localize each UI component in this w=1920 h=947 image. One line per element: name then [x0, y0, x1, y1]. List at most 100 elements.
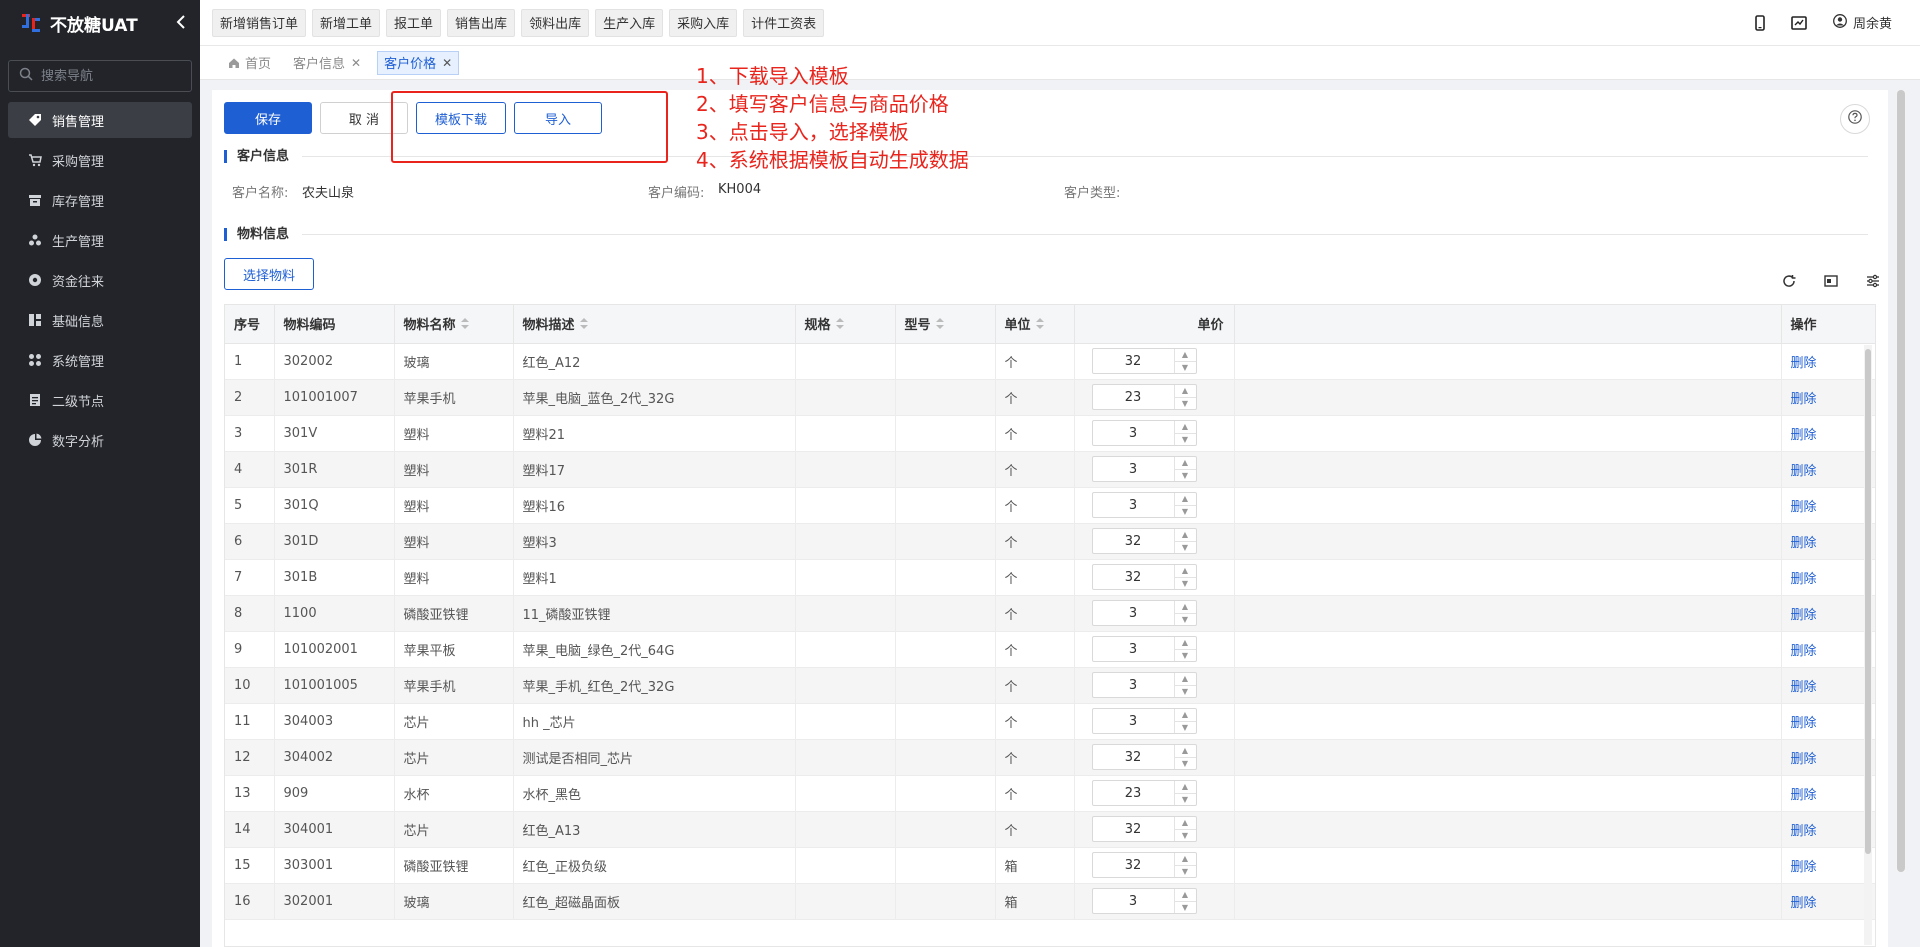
price-stepper[interactable]: ▲ ▼	[1173, 817, 1196, 842]
table-scrollbar[interactable]	[1864, 345, 1872, 945]
chevron-up-icon[interactable]: ▲	[1174, 601, 1196, 614]
filter-settings-icon[interactable]	[1864, 272, 1882, 290]
chevron-up-icon[interactable]: ▲	[1174, 349, 1196, 362]
sort-icon[interactable]	[1035, 318, 1044, 333]
delete-link[interactable]: 删除	[1791, 392, 1817, 407]
delete-link[interactable]: 删除	[1791, 752, 1817, 767]
sort-icon[interactable]	[460, 318, 469, 333]
price-input[interactable]: 32 ▲ ▼	[1091, 564, 1197, 590]
price-input[interactable]: 3 ▲ ▼	[1091, 492, 1197, 518]
price-stepper[interactable]: ▲ ▼	[1173, 853, 1196, 877]
price-value[interactable]: 3	[1093, 894, 1174, 909]
price-value[interactable]: 32	[1093, 822, 1174, 837]
quick-work-report-button[interactable]: 报工单	[386, 8, 442, 37]
scrollbar-thumb[interactable]	[1865, 349, 1871, 854]
chevron-up-icon[interactable]: ▲	[1174, 745, 1196, 758]
price-stepper[interactable]: ▲ ▼	[1173, 601, 1196, 626]
chevron-up-icon[interactable]: ▲	[1174, 781, 1196, 794]
chevron-down-icon[interactable]: ▼	[1175, 902, 1196, 914]
price-value[interactable]: 3	[1093, 606, 1174, 621]
chevron-up-icon[interactable]: ▲	[1174, 817, 1196, 830]
chevron-down-icon[interactable]: ▼	[1175, 722, 1196, 734]
price-input[interactable]: 23 ▲ ▼	[1091, 384, 1197, 410]
quick-production-inbound-button[interactable]: 生产入库	[595, 8, 664, 37]
price-input[interactable]: 23 ▲ ▼	[1091, 780, 1197, 806]
mobile-icon[interactable]	[1755, 14, 1765, 31]
price-input[interactable]: 3 ▲ ▼	[1091, 600, 1197, 626]
quick-purchase-inbound-button[interactable]: 采购入库	[669, 8, 738, 37]
chevron-down-icon[interactable]: ▼	[1175, 470, 1196, 482]
sidebar-item-funds[interactable]: 资金往来	[8, 262, 192, 298]
tab-home[interactable]: 首页	[222, 51, 277, 75]
chevron-up-icon[interactable]: ▲	[1174, 457, 1196, 470]
chevron-down-icon[interactable]: ▼	[1175, 506, 1196, 518]
delete-link[interactable]: 删除	[1791, 428, 1817, 443]
price-value[interactable]: 32	[1093, 570, 1174, 585]
chevron-up-icon[interactable]: ▲	[1174, 385, 1196, 398]
chevron-down-icon[interactable]: ▼	[1175, 578, 1196, 590]
chevron-down-icon[interactable]: ▼	[1175, 830, 1196, 842]
close-icon[interactable]: ✕	[351, 56, 361, 70]
col-header-spec[interactable]: 规格	[795, 305, 896, 344]
refresh-icon[interactable]	[1780, 272, 1798, 290]
price-input[interactable]: 3 ▲ ▼	[1091, 888, 1197, 914]
price-stepper[interactable]: ▲ ▼	[1173, 673, 1196, 698]
price-value[interactable]: 32	[1093, 354, 1174, 369]
delete-link[interactable]: 删除	[1791, 356, 1817, 371]
scrollbar-thumb[interactable]	[1897, 90, 1905, 872]
chevron-down-icon[interactable]: ▼	[1175, 614, 1196, 626]
select-material-button[interactable]: 选择物料	[224, 258, 314, 290]
price-input[interactable]: 32 ▲ ▼	[1091, 744, 1197, 770]
price-stepper[interactable]: ▲ ▼	[1173, 529, 1196, 554]
sidebar-item-purchase[interactable]: 采购管理	[8, 142, 192, 178]
price-input[interactable]: 32 ▲ ▼	[1091, 816, 1197, 842]
price-input[interactable]: 3 ▲ ▼	[1091, 708, 1197, 734]
tab-customer-price[interactable]: 客户价格 ✕	[377, 50, 460, 75]
delete-link[interactable]: 删除	[1791, 608, 1817, 623]
sort-icon[interactable]	[579, 318, 588, 333]
price-input[interactable]: 3 ▲ ▼	[1091, 420, 1197, 446]
price-value[interactable]: 3	[1093, 714, 1174, 729]
sidebar-item-analytics[interactable]: 数字分析	[8, 422, 192, 458]
chevron-up-icon[interactable]: ▲	[1174, 493, 1196, 506]
chevron-down-icon[interactable]: ▼	[1175, 434, 1196, 446]
nav-search[interactable]	[8, 60, 192, 92]
sidebar-item-sales[interactable]: 销售管理	[8, 102, 192, 138]
price-input[interactable]: 32 ▲ ▼	[1091, 528, 1197, 554]
delete-link[interactable]: 删除	[1791, 824, 1817, 839]
sidebar-item-second-node[interactable]: 二级节点	[8, 382, 192, 418]
price-input[interactable]: 3 ▲ ▼	[1091, 672, 1197, 698]
price-stepper[interactable]: ▲ ▼	[1173, 565, 1196, 590]
save-button[interactable]: 保存	[224, 102, 312, 134]
quick-piecework-wage-button[interactable]: 计件工资表	[743, 8, 825, 37]
chevron-up-icon[interactable]: ▲	[1174, 565, 1196, 578]
chevron-down-icon[interactable]: ▼	[1175, 794, 1196, 806]
quick-new-work-order-button[interactable]: 新增工单	[312, 8, 381, 37]
col-header-desc[interactable]: 物料描述	[513, 305, 796, 344]
price-value[interactable]: 23	[1093, 786, 1174, 801]
price-stepper[interactable]: ▲ ▼	[1173, 709, 1196, 734]
chevron-left-icon[interactable]	[176, 13, 186, 34]
column-settings-icon[interactable]	[1822, 272, 1840, 290]
chevron-down-icon[interactable]: ▼	[1175, 542, 1196, 554]
price-stepper[interactable]: ▲ ▼	[1173, 889, 1196, 914]
nav-search-input[interactable]	[39, 67, 179, 85]
delete-link[interactable]: 删除	[1791, 860, 1817, 875]
delete-link[interactable]: 删除	[1791, 716, 1817, 731]
chevron-up-icon[interactable]: ▲	[1174, 709, 1196, 722]
price-stepper[interactable]: ▲ ▼	[1173, 421, 1196, 446]
chevron-up-icon[interactable]: ▲	[1174, 529, 1196, 542]
price-stepper[interactable]: ▲ ▼	[1173, 493, 1196, 518]
chevron-down-icon[interactable]: ▼	[1175, 686, 1196, 698]
delete-link[interactable]: 删除	[1791, 680, 1817, 695]
chevron-up-icon[interactable]: ▲	[1174, 673, 1196, 686]
sidebar-item-production[interactable]: 生产管理	[8, 222, 192, 258]
tab-customer-info[interactable]: 客户信息 ✕	[287, 51, 367, 75]
price-value[interactable]: 32	[1093, 750, 1174, 765]
price-input[interactable]: 32 ▲ ▼	[1091, 348, 1197, 374]
chevron-up-icon[interactable]: ▲	[1174, 889, 1196, 902]
price-value[interactable]: 3	[1093, 426, 1174, 441]
chevron-up-icon[interactable]: ▲	[1174, 421, 1196, 434]
close-icon[interactable]: ✕	[442, 56, 452, 70]
price-input[interactable]: 3 ▲ ▼	[1091, 636, 1197, 662]
